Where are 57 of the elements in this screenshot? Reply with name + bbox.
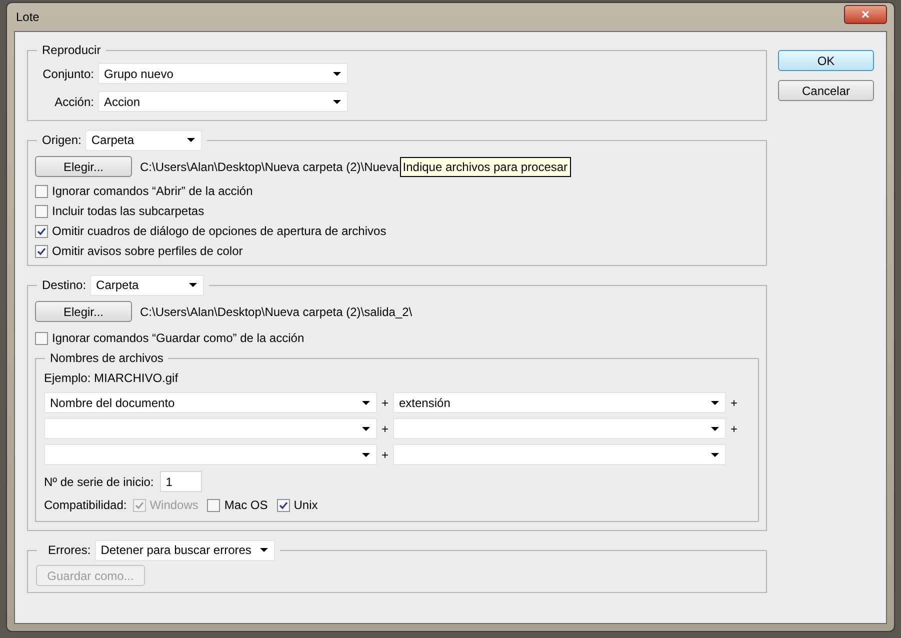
field-label: Conjunto: [42,66,94,82]
dropdown-caret-icon [362,400,370,404]
field-label: Errores: [47,542,91,559]
checkbox[interactable] [35,184,48,198]
checkbox-label: Mac OS [224,497,268,514]
dropdown-caret-icon [362,426,370,430]
checkbox-label: Incluir todas las subcarpetas [52,203,204,220]
group-title: Reproducir [42,42,101,59]
dropdown[interactable]: Carpeta [90,274,204,296]
plus-sign: + [380,446,390,464]
checkbox-label: Windows [150,497,198,514]
example-text: Ejemplo: MIARCHIVO.gif [44,370,180,387]
checkbox[interactable] [207,498,220,512]
plus-sign: + [380,394,390,412]
checkbox[interactable] [276,498,290,512]
checkbox[interactable] [35,224,48,238]
input-field[interactable]: 1 [160,471,202,492]
path-text: C:\Users\Alan\Desktop\Nueva carpeta (2)\Nueva [140,158,399,176]
dropdown-caret-icon [189,283,198,287]
dropdown-caret-icon [362,452,370,456]
button[interactable]: Cancelar [778,80,874,101]
dropdown-caret-icon [711,426,719,430]
button[interactable]: Elegir... [35,156,132,177]
dropdown[interactable]: Nombre del documento [44,392,377,413]
window-title: Lote [15,9,40,26]
dropdown[interactable]: Accion [98,91,348,112]
checkbox-label: Ignorar comandos “Guardar como” de la acción [52,330,304,347]
dropdown-caret-icon [333,72,341,76]
field-label: Destino: [42,277,86,294]
field-label: Compatibilidad: [44,497,127,514]
group-title: Nombres de archivos [50,350,164,367]
checkbox-label: Ignorar comandos “Abrir” de la acción [52,183,253,200]
dropdown-caret-icon [711,400,719,404]
tooltip: Indique archivos para procesar [400,156,571,176]
button[interactable]: Elegir... [35,301,132,322]
dropdown-caret-icon [711,452,719,456]
checkbox-label: Omitir avisos sobre perfiles de color [52,243,243,260]
field-label: Origen: [42,132,82,149]
checkbox[interactable] [35,204,48,218]
checkbox-label: Omitir cuadros de diálogo de opciones de apertura de archivos [52,223,386,240]
dropdown-caret-icon [333,100,341,104]
dropdown-caret-icon [187,138,196,142]
path-text: C:\Users\Alan\Desktop\Nueva carpeta (2)\salida_2\ [140,304,412,320]
field-label: Acción: [54,94,94,110]
checkbox[interactable] [35,244,48,258]
dropdown[interactable]: Grupo nuevo [98,63,348,84]
dropdown[interactable]: Detener para buscar errores [94,540,275,560]
checkbox[interactable] [35,332,48,344]
dropdown[interactable]: Carpeta [85,130,202,150]
plus-sign: + [729,420,738,438]
dropdown-caret-icon [260,548,268,552]
plus-sign: + [729,394,738,412]
plus-sign: + [380,420,390,438]
checkbox-label: Unix [294,497,318,514]
dropdown[interactable]: extensión [393,392,726,413]
field-label: Nº de serie de inicio: [44,474,154,490]
button[interactable]: OK [778,50,874,71]
